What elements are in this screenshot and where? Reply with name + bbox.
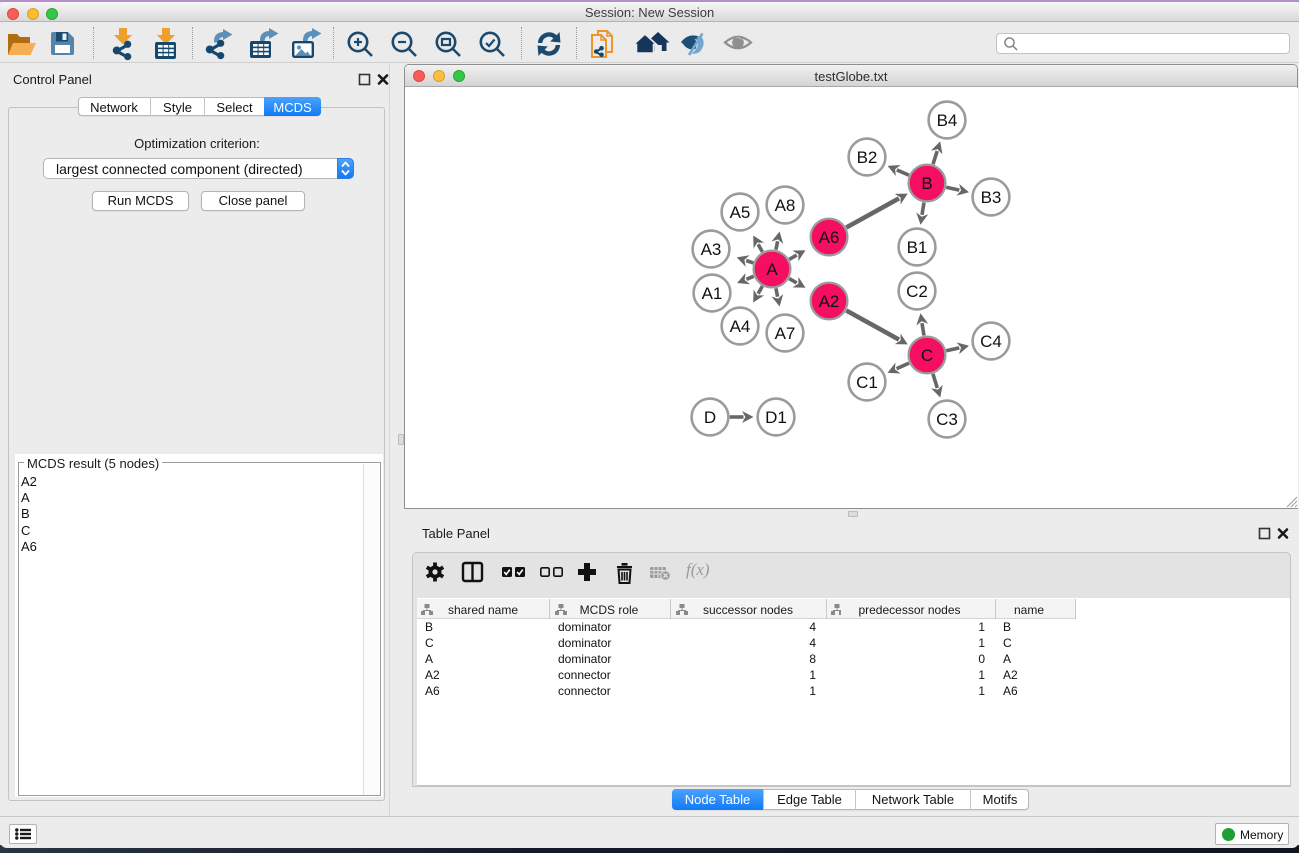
svg-text:C3: C3 (936, 410, 958, 429)
svg-text:C4: C4 (980, 332, 1002, 351)
svg-text:B3: B3 (981, 188, 1002, 207)
svg-text:B: B (921, 174, 932, 193)
svg-text:C: C (921, 346, 933, 365)
svg-text:D: D (704, 408, 716, 427)
svg-text:B2: B2 (857, 148, 878, 167)
svg-text:A4: A4 (730, 317, 751, 336)
svg-text:A8: A8 (775, 196, 796, 215)
svg-text:C2: C2 (906, 282, 928, 301)
svg-text:A: A (766, 260, 778, 279)
svg-text:B4: B4 (937, 111, 958, 130)
svg-text:A2: A2 (819, 292, 840, 311)
svg-text:A7: A7 (775, 324, 796, 343)
svg-text:A5: A5 (730, 203, 751, 222)
svg-text:A1: A1 (702, 284, 723, 303)
svg-text:B1: B1 (907, 238, 928, 257)
svg-text:C1: C1 (856, 373, 878, 392)
svg-text:D1: D1 (765, 408, 787, 427)
svg-text:A6: A6 (819, 228, 840, 247)
svg-text:A3: A3 (701, 240, 722, 259)
